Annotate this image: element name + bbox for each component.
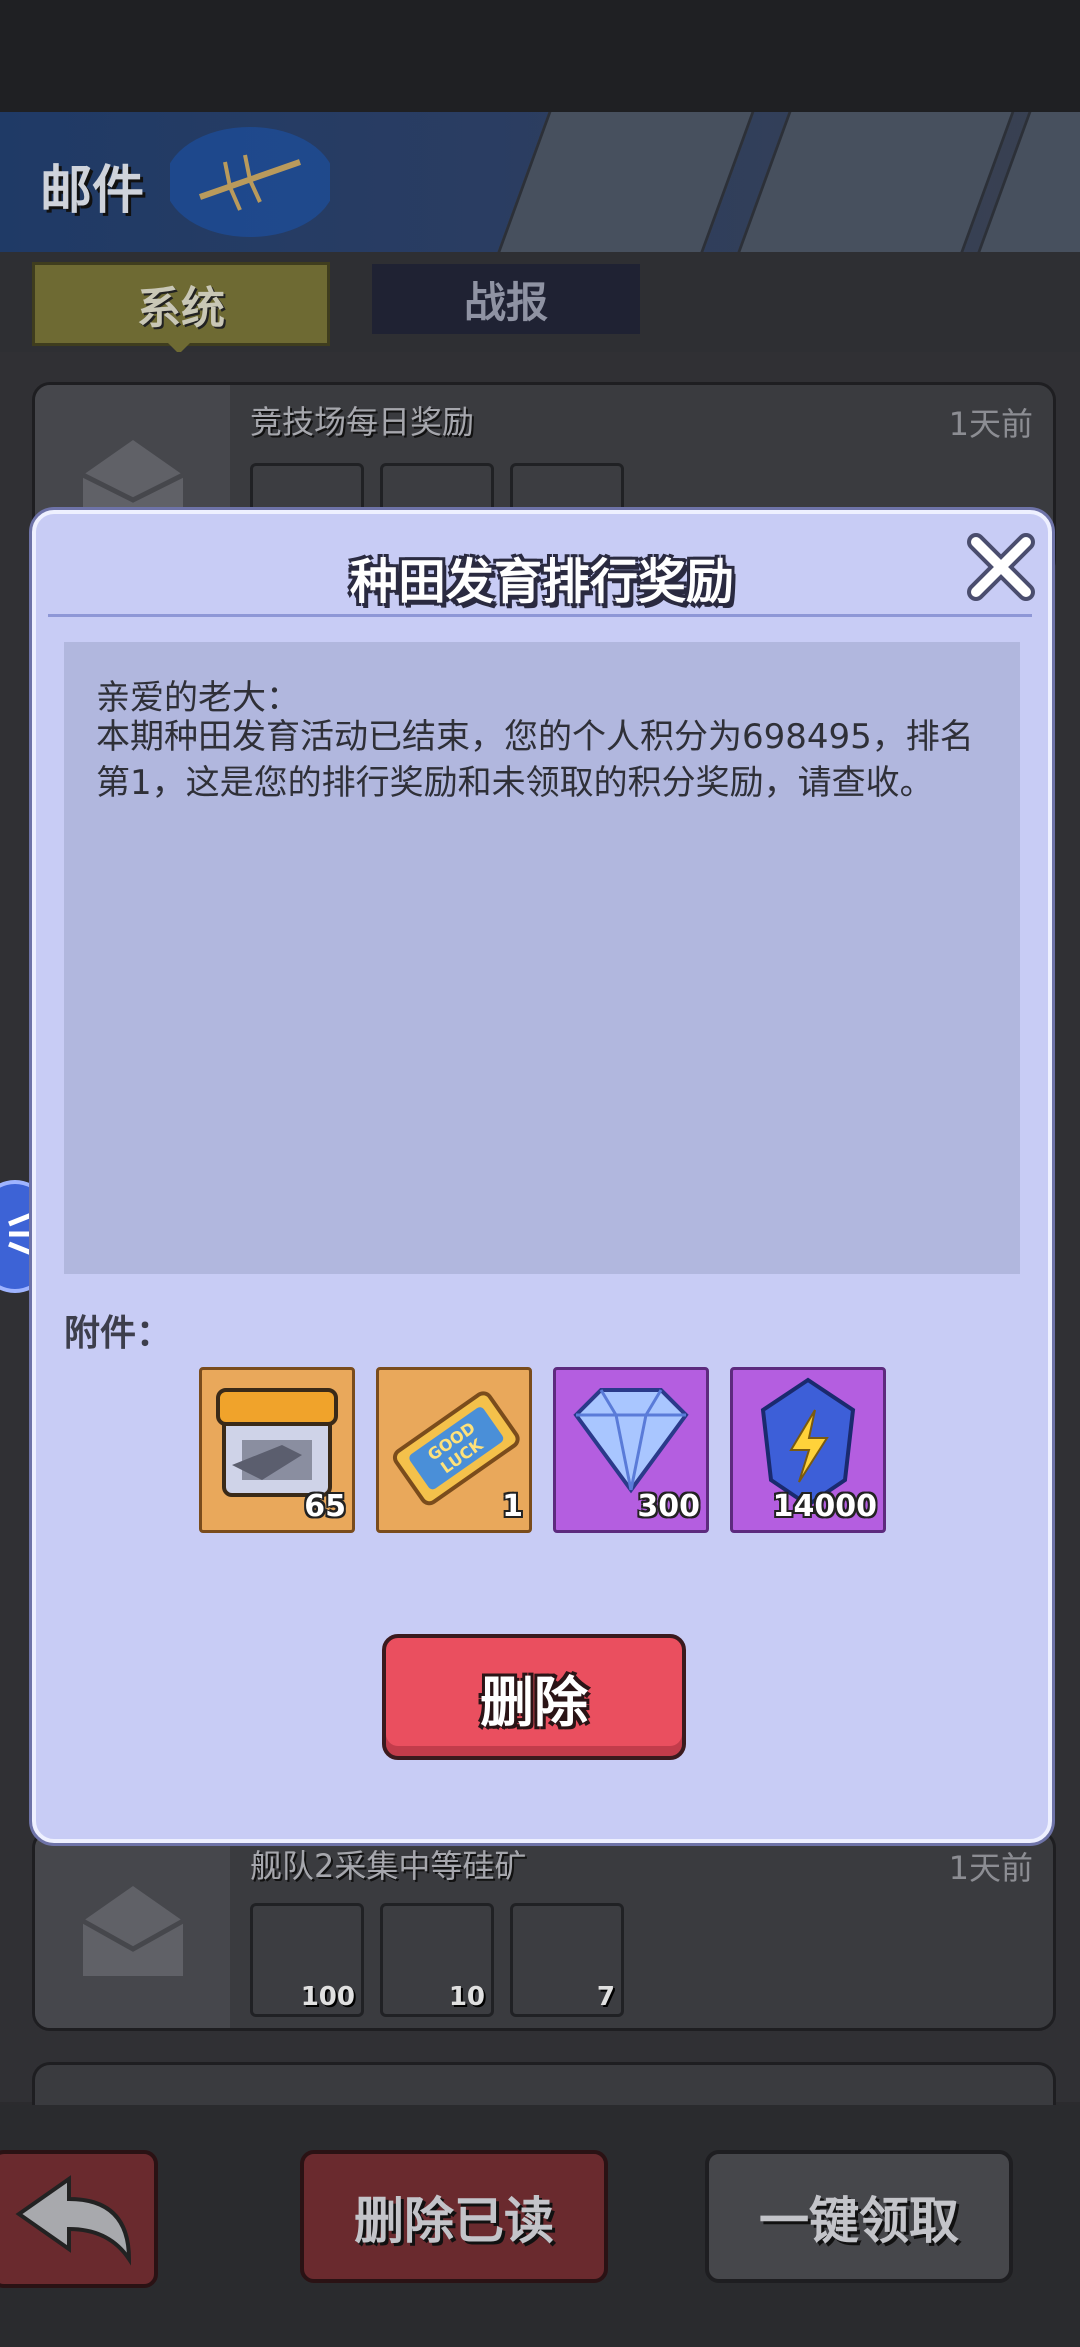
envelope-icon	[35, 1833, 230, 2028]
message-greeting: 亲爱的老大：	[96, 678, 300, 718]
divider	[48, 614, 1032, 617]
dialog-title: 种田发育排行奖励	[349, 554, 734, 610]
attachment-count: 300	[637, 1489, 700, 1524]
silicon-ore-icon: 7	[510, 1903, 624, 2017]
attachment-count: 65	[304, 1489, 346, 1524]
attachment-item[interactable]: 65	[199, 1367, 355, 1533]
mail-detail-dialog: 种田发育排行奖励 亲爱的老大： 本期种田发育活动已结束，您的个人积分为69849…	[32, 510, 1052, 1843]
attachment-count: 100	[300, 1982, 355, 2012]
attachment-item[interactable]: 300	[553, 1367, 709, 1533]
tab-system[interactable]: 系统	[32, 262, 330, 346]
tab-battle-report[interactable]: 战报	[372, 264, 640, 334]
delete-button[interactable]: 删除	[382, 1634, 686, 1760]
message-box: 亲爱的老大： 本期种田发育活动已结束，您的个人积分为698495，排名第1，这是…	[64, 642, 1020, 1274]
fishbone-icon	[170, 127, 330, 237]
attachments-label: 附件：	[64, 1313, 173, 1354]
silicon-ore-icon: 10	[380, 1903, 494, 2017]
attachment-count: 14000	[772, 1489, 877, 1524]
claim-all-button[interactable]: 一键领取	[705, 2150, 1013, 2283]
attachment-count: 7	[596, 1982, 615, 2012]
mail-title: 舰队2采集中等硅矿	[250, 1847, 527, 1885]
close-button[interactable]	[966, 532, 1036, 602]
message-body: 本期种田发育活动已结束，您的个人积分为698495，排名第1，这是您的排行奖励和…	[96, 717, 974, 803]
attachment-count: 1	[502, 1489, 523, 1524]
back-arrow-icon	[15, 2175, 132, 2266]
attachment-item[interactable]: 14000	[730, 1367, 886, 1533]
page-title: 邮件	[40, 161, 145, 221]
attachment-item[interactable]: GOOD LUCK 1	[376, 1367, 532, 1533]
close-icon	[967, 533, 1035, 601]
silicon-ore-icon: 100	[250, 1903, 364, 2017]
header-banner	[0, 112, 1080, 252]
delete-read-button[interactable]: 删除已读	[300, 2150, 608, 2283]
mail-row[interactable]: 舰队2采集中等硅矿 1天前 100 10 7	[32, 1830, 1056, 2031]
back-button[interactable]	[0, 2150, 158, 2288]
mail-time: 1天前	[948, 405, 1033, 443]
status-bar	[0, 0, 1080, 112]
mail-time: 1天前	[948, 1849, 1033, 1887]
attachment-count: 10	[448, 1982, 485, 2012]
mail-title: 竞技场每日奖励	[250, 403, 475, 441]
